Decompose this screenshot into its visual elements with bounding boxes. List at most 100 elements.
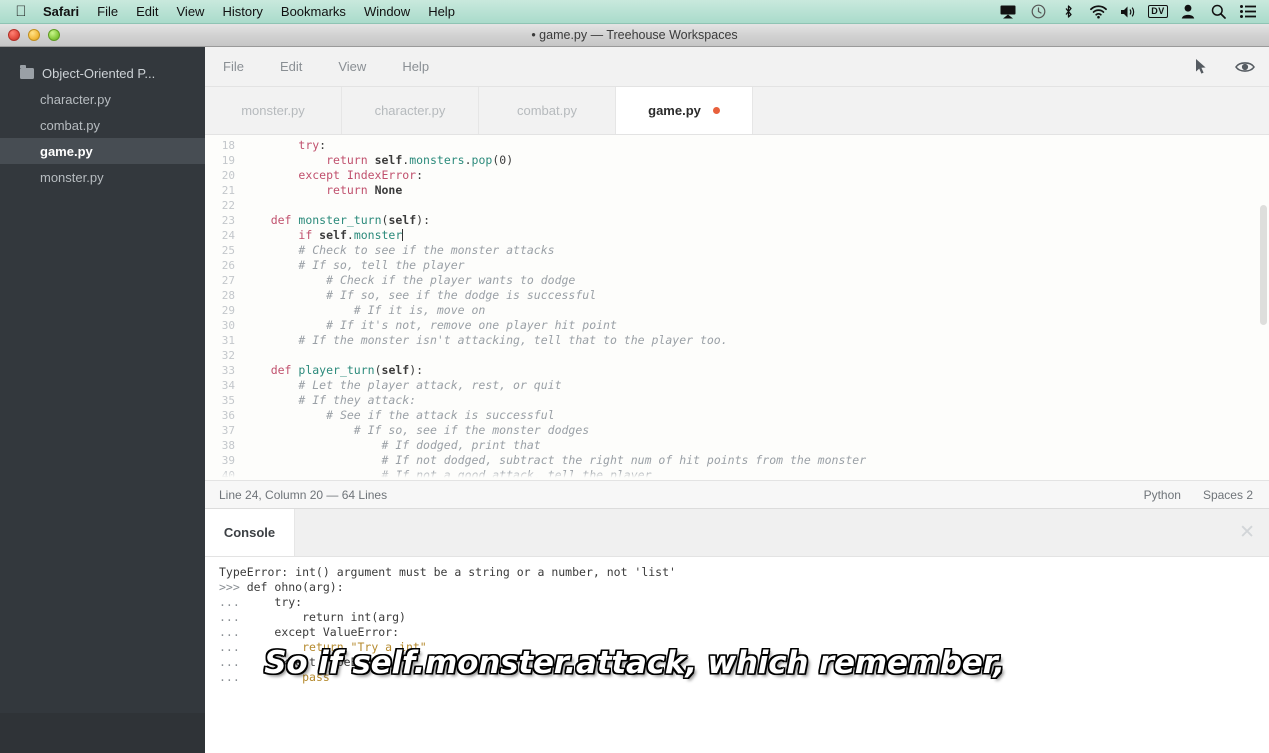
- console-token: pass: [246, 670, 330, 684]
- editor-menu-edit[interactable]: Edit: [262, 59, 320, 74]
- spotlight-search-icon[interactable]: [1203, 0, 1233, 24]
- code-line-content: # Check if the player wants to dodge: [243, 273, 575, 288]
- console-token: ...: [219, 625, 247, 639]
- editor-menu-view[interactable]: View: [320, 59, 384, 74]
- code-line: 21 return None: [205, 183, 1269, 198]
- code-token: self: [388, 213, 417, 227]
- tab-game-py[interactable]: game.py: [616, 87, 753, 134]
- notification-center-icon[interactable]: [1233, 0, 1263, 24]
- menu-item-window[interactable]: Window: [355, 0, 419, 24]
- console-token: ...: [219, 640, 247, 654]
- close-icon[interactable]: ✕: [1239, 523, 1255, 542]
- console-output[interactable]: TypeError: int() argument must be a stri…: [205, 557, 1269, 753]
- console-token: return int(arg): [246, 610, 406, 624]
- line-number: 20: [221, 169, 235, 182]
- sidebar-project-root[interactable]: Object-Oriented P...: [0, 60, 205, 86]
- bluetooth-icon[interactable]: [1053, 0, 1083, 24]
- line-number: 27: [221, 274, 235, 287]
- language-mode-status[interactable]: Python: [1144, 488, 1181, 502]
- menu-item-help[interactable]: Help: [419, 0, 464, 24]
- sidebar-file-label: combat.py: [40, 117, 100, 133]
- dv-badge-icon[interactable]: DV: [1143, 0, 1173, 24]
- editor-menu-file[interactable]: File: [205, 59, 262, 74]
- line-number: 34: [221, 379, 235, 392]
- line-number: 31: [221, 334, 235, 347]
- sidebar-item-character-py[interactable]: character.py: [0, 86, 205, 112]
- time-machine-icon[interactable]: [1023, 0, 1053, 24]
- airplay-icon[interactable]: [993, 0, 1023, 24]
- menu-item-view[interactable]: View: [168, 0, 214, 24]
- tab-character-py[interactable]: character.py: [342, 87, 479, 134]
- apple-logo-icon[interactable]: : [8, 4, 34, 19]
- editor-toolbar-icons: [1194, 58, 1255, 75]
- folder-icon: [20, 64, 34, 79]
- console-line: TypeError: int() argument must be a stri…: [219, 565, 1269, 580]
- sidebar-item-game-py[interactable]: game.py: [0, 138, 205, 164]
- line-number: 30: [221, 319, 235, 332]
- menu-item-file[interactable]: File: [88, 0, 127, 24]
- console-panel: Console ✕ TypeError: int() argument must…: [205, 509, 1269, 753]
- code-token: # Check if the player wants to dodge: [326, 273, 576, 287]
- code-lines-container: 18 try: 19 return self.monsters.pop(0) 20 …: [205, 135, 1269, 480]
- user-account-icon[interactable]: [1173, 0, 1203, 24]
- pointer-cursor-icon[interactable]: [1194, 58, 1209, 75]
- tab-combat-py[interactable]: combat.py: [479, 87, 616, 134]
- code-scrollbar-thumb[interactable]: [1260, 205, 1267, 325]
- code-token: .: [464, 153, 472, 167]
- code-editor-pane[interactable]: 18 try: 19 return self.monsters.pop(0) 20 …: [205, 135, 1269, 480]
- code-line-content: # If it is, move on: [243, 303, 486, 318]
- wifi-icon[interactable]: [1083, 0, 1113, 24]
- code-scrollbar[interactable]: [1259, 135, 1268, 480]
- code-line-content: # See if the attack is successful: [243, 408, 554, 423]
- console-token: >>>: [219, 580, 247, 594]
- code-token: monster: [353, 228, 403, 242]
- code-line: 26 # If so, tell the player: [205, 258, 1269, 273]
- code-token: pop: [471, 153, 493, 167]
- code-line: 23 def monster_turn(self):: [205, 213, 1269, 228]
- console-token: def ohno(arg):: [246, 580, 344, 594]
- code-token: player_turn: [298, 363, 375, 377]
- code-line-content: # If dodged, print that: [243, 438, 541, 453]
- code-line-content: return None: [243, 183, 402, 198]
- tab-console[interactable]: Console: [205, 509, 295, 556]
- code-token: ): [506, 153, 514, 167]
- code-token: return: [326, 183, 375, 197]
- console-line: ... except TypeError:: [219, 655, 1269, 670]
- menu-item-bookmarks[interactable]: Bookmarks: [272, 0, 355, 24]
- code-token: (: [374, 363, 382, 377]
- editor-menu-help[interactable]: Help: [384, 59, 447, 74]
- code-token: # If the monster isn't attacking, tell t…: [298, 333, 728, 347]
- sidebar-file-label: game.py: [40, 143, 93, 159]
- code-line: 19 return self.monsters.pop(0): [205, 153, 1269, 168]
- code-token: monster_turn: [298, 213, 382, 227]
- menu-item-history[interactable]: History: [213, 0, 271, 24]
- code-line: 24 if self.monster: [205, 228, 1269, 243]
- eye-preview-icon[interactable]: [1235, 60, 1255, 74]
- indent-setting-status[interactable]: Spaces 2: [1203, 488, 1253, 502]
- code-line-content: # If so, see if the dodge is successful: [243, 288, 596, 303]
- line-number: 32: [221, 349, 235, 362]
- console-token: ...: [219, 595, 247, 609]
- code-token: # If not dodged, subtract the right num …: [381, 453, 867, 467]
- menu-bar-status-icons: DV: [993, 0, 1269, 24]
- code-token: ):: [409, 363, 424, 377]
- line-number: 24: [221, 229, 235, 242]
- editor-status-bar: Line 24, Column 20 — 64 Lines Python Spa…: [205, 480, 1269, 509]
- tab-label: monster.py: [241, 103, 305, 118]
- menu-item-safari[interactable]: Safari: [34, 0, 88, 24]
- code-token: # If it's not, remove one player hit poi…: [326, 318, 617, 332]
- tab-monster-py[interactable]: monster.py: [205, 87, 342, 134]
- code-line: 27 # Check if the player wants to dodge: [205, 273, 1269, 288]
- code-line: 36 # See if the attack is successful: [205, 408, 1269, 423]
- menu-item-edit[interactable]: Edit: [127, 0, 167, 24]
- code-line-content: try:: [243, 138, 326, 153]
- code-token: except: [298, 168, 347, 182]
- sidebar-item-monster-py[interactable]: monster.py: [0, 164, 205, 190]
- volume-icon[interactable]: [1113, 0, 1143, 24]
- code-token: # If dodged, print that: [381, 438, 541, 452]
- code-token: self: [319, 228, 347, 242]
- sidebar-item-combat-py[interactable]: combat.py: [0, 112, 205, 138]
- console-line: >>> def ohno(arg):: [219, 580, 1269, 595]
- window-title-bar: • game.py — Treehouse Workspaces: [0, 24, 1269, 47]
- console-token: TypeError: int() argument must be a stri…: [219, 565, 676, 579]
